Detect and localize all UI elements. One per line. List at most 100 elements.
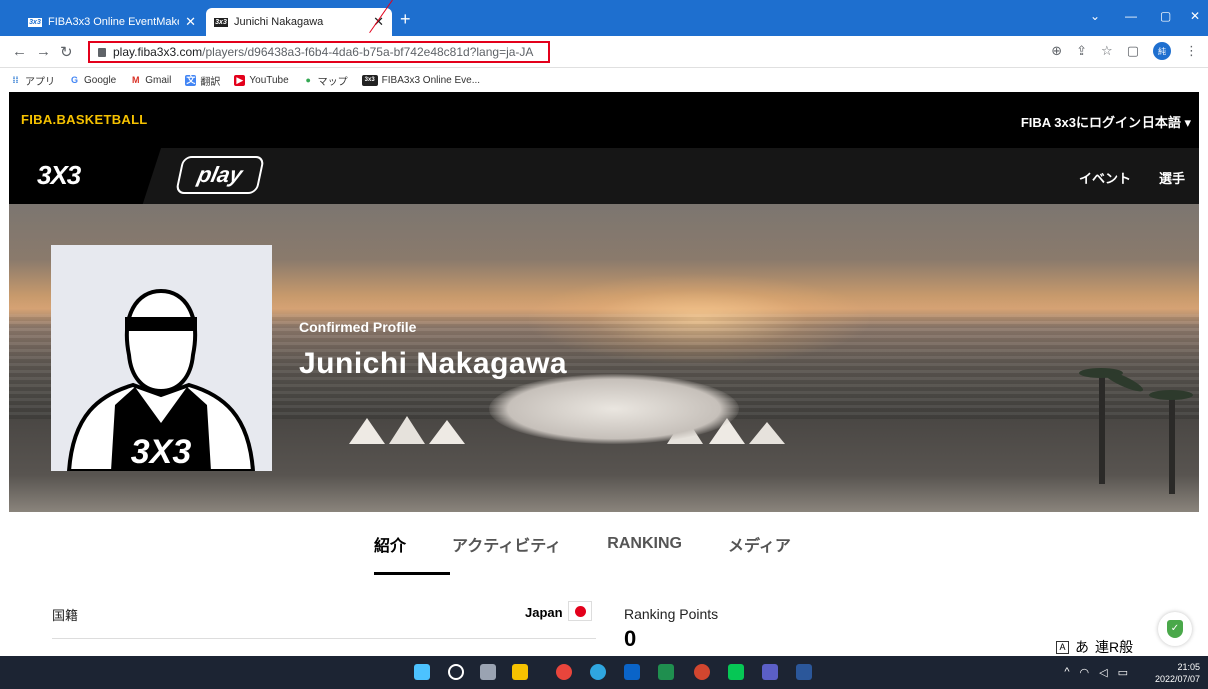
file-explorer-icon[interactable] (512, 664, 528, 680)
ime-toolbar[interactable]: A あ 連R般 (1056, 638, 1134, 656)
wifi-icon[interactable]: ◠ (1080, 666, 1090, 679)
fiba-basketball-logo[interactable]: FIBA.BASKETBALL (21, 112, 148, 127)
bookmark-label: Google (84, 74, 117, 86)
line-icon[interactable] (728, 664, 744, 680)
tab-media[interactable]: メディア (728, 532, 791, 556)
volume-icon[interactable]: ◁ (1099, 666, 1107, 679)
ime-text: 連R般 (1095, 639, 1134, 655)
clock[interactable]: 21:05 2022/07/07 (1155, 661, 1200, 685)
url-host: play.fiba3x3.com (113, 45, 203, 59)
url-input[interactable]: play.fiba3x3.com/players/d96438a3-f6b4-4… (88, 41, 550, 63)
bookmark-translate[interactable]: 文翻訳 (185, 73, 220, 88)
share-icon[interactable]: ⇪ (1076, 43, 1087, 59)
profile-avatar-icon[interactable]: 純 (1153, 42, 1171, 60)
teams-icon[interactable] (762, 664, 778, 680)
nationality-label: 国籍 (52, 608, 79, 623)
start-icon[interactable] (414, 664, 430, 680)
youtube-icon: ▶ (234, 74, 246, 86)
map-pin-icon: ● (305, 74, 311, 85)
side-panel-icon[interactable]: ▢ (1127, 43, 1139, 59)
confirmed-profile-label: Confirmed Profile (299, 319, 417, 335)
bookmark-maps[interactable]: ● マップ (303, 73, 348, 88)
profile-hero-banner: 3X3 Confirmed Profile Junichi Nakagawa (9, 204, 1199, 512)
palm-trunk (1169, 394, 1175, 494)
nav-players[interactable]: 選手 (1159, 168, 1185, 187)
close-icon[interactable]: ✕ (373, 14, 384, 30)
bookmark-label: マップ (317, 76, 348, 88)
bookmark-gmail[interactable]: M Gmail (130, 75, 171, 86)
close-window-button[interactable]: ✕ (1190, 9, 1200, 23)
close-icon[interactable]: ✕ (185, 14, 196, 30)
main-nav: イベント 選手 (1079, 168, 1185, 187)
excel-icon[interactable] (658, 664, 674, 680)
chevron-up-icon[interactable]: ^ (1064, 666, 1069, 679)
language-selector[interactable]: 日本語 ▾ (1142, 112, 1191, 131)
back-icon[interactable]: ← (12, 43, 27, 60)
tab-ranking[interactable]: RANKING (607, 535, 682, 553)
tab-player-profile[interactable]: 3x3 Junichi Nakagawa ✕ (206, 8, 392, 36)
arena-dome (489, 374, 739, 444)
bookmark-youtube[interactable]: ▶ YouTube (234, 74, 289, 86)
japan-flag-icon (568, 601, 592, 621)
forward-icon[interactable]: → (36, 43, 51, 60)
chrome-icon[interactable] (556, 664, 572, 680)
login-link[interactable]: FIBA 3x3にログイン (1021, 112, 1141, 131)
palm-leaf (1149, 390, 1193, 400)
windows-taskbar: ^ ◠ ◁ ▭ 21:05 2022/07/07 (0, 656, 1208, 689)
player-name: Junichi Nakagawa (299, 347, 568, 380)
ranking-points-label: Ranking Points (624, 606, 719, 622)
bookmark-label: FIBA3x3 Online Eve... (381, 74, 481, 86)
minimize-button[interactable]: — (1125, 9, 1137, 23)
3x3-logo-text: 3X3 (37, 160, 81, 190)
ime-mode-icon: A (1056, 640, 1069, 654)
tab-search-icon[interactable]: ⌄ (1090, 9, 1100, 23)
player-avatar: 3X3 (51, 245, 272, 473)
fiba3x3-favicon-icon: 3x3 (214, 17, 228, 27)
fiba-top-bar: FIBA.BASKETBALL FIBA 3x3にログイン 日本語 ▾ (9, 92, 1199, 148)
gmail-icon: M (132, 74, 140, 85)
tab-title: FIBA3x3 Online EventMaker (48, 16, 180, 28)
battery-icon[interactable]: ▭ (1118, 666, 1128, 679)
zoom-icon[interactable]: ⊕ (1051, 43, 1062, 59)
outlook-icon[interactable] (624, 664, 640, 680)
bookmark-label: 翻訳 (200, 76, 221, 88)
word-icon[interactable] (796, 664, 812, 680)
ranking-points-value: 0 (624, 626, 637, 651)
3x3-logo[interactable]: 3X3 (9, 148, 161, 204)
bookmarks-bar: ⁞⁞ アプリ G Google M Gmail 文翻訳 ▶ YouTube ● マップ 3… (0, 68, 1208, 92)
translate-icon: 文 (185, 74, 197, 86)
search-icon[interactable] (448, 664, 464, 680)
new-tab-button[interactable]: + (400, 10, 411, 28)
play-nav-bar: 3X3 play イベント 選手 (9, 148, 1199, 204)
apps-grid-icon: ⁞⁞ (12, 74, 19, 85)
bookmark-fiba3x3[interactable]: 3x3 FIBA3x3 Online Eve... (361, 74, 481, 86)
tab-title: Junichi Nakagawa (234, 16, 324, 28)
edge-icon[interactable] (590, 664, 606, 680)
lock-icon (98, 47, 106, 57)
nav-events[interactable]: イベント (1079, 168, 1131, 187)
tab-intro[interactable]: 紹介 (374, 532, 406, 556)
fiba3x3-favicon-icon: 3x3 (28, 17, 42, 27)
bookmark-google[interactable]: G Google (69, 75, 116, 86)
security-shield-icon[interactable]: ✓ (1158, 612, 1192, 646)
bookmark-star-icon[interactable]: ☆ (1101, 43, 1113, 59)
player-silhouette-icon: 3X3 (66, 288, 256, 473)
tab-eventmaker[interactable]: 3x3 FIBA3x3 Online EventMaker ✕ (20, 8, 204, 36)
address-bar-row: ← → ↻ play.fiba3x3.com/players/d96438a3-… (0, 36, 1208, 68)
bookmark-label: Gmail (145, 74, 172, 86)
browser-tab-bar: 3x3 FIBA3x3 Online EventMaker ✕ 3x3 Juni… (0, 0, 1208, 36)
play-logo[interactable]: play (174, 156, 266, 194)
menu-icon[interactable]: ⋮ (1185, 43, 1198, 59)
bookmark-label: YouTube (249, 74, 289, 86)
clock-date: 2022/07/07 (1154, 674, 1200, 684)
task-view-icon[interactable] (480, 664, 496, 680)
powerpoint-icon[interactable] (694, 664, 710, 680)
tab-activity[interactable]: アクティビティ (452, 532, 561, 556)
reload-icon[interactable]: ↻ (60, 43, 73, 61)
clock-time: 21:05 (1177, 662, 1200, 672)
palm-trunk (1099, 374, 1105, 484)
maximize-button[interactable]: ▢ (1160, 9, 1171, 23)
bookmark-apps[interactable]: ⁞⁞ アプリ (10, 73, 56, 88)
active-tab-indicator (374, 572, 450, 575)
ime-input-mode: あ (1075, 639, 1089, 655)
